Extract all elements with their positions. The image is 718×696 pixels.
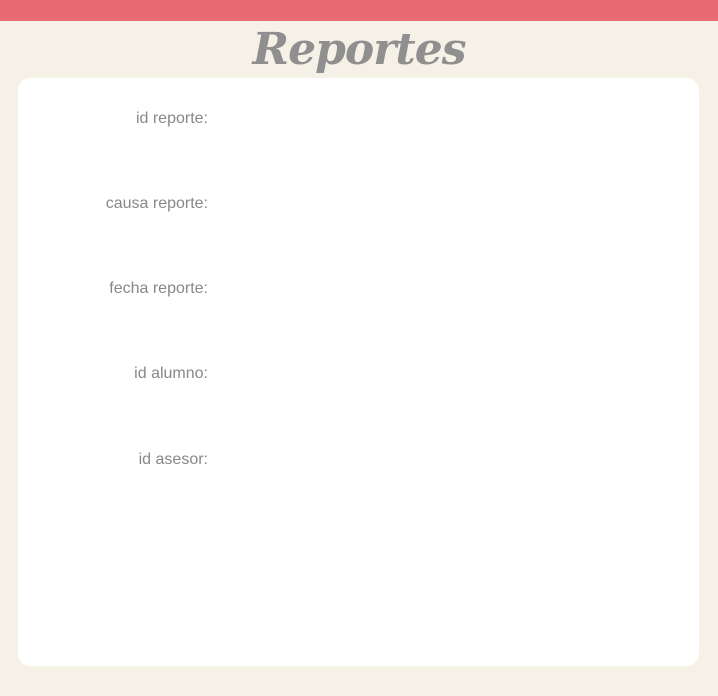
field-row-id-asesor: id asesor: bbox=[18, 448, 699, 472]
field-label-id-alumno: id alumno: bbox=[134, 365, 208, 382]
field-row-id-reporte: id reporte: bbox=[18, 107, 699, 131]
field-row-fecha-reporte: fecha reporte: bbox=[18, 277, 699, 301]
field-row-id-alumno: id alumno: bbox=[18, 362, 699, 386]
field-label-id-asesor: id asesor: bbox=[138, 451, 208, 468]
field-value-id-alumno bbox=[218, 362, 658, 386]
field-label-id-reporte: id reporte: bbox=[135, 110, 208, 127]
field-value-id-reporte bbox=[218, 107, 658, 131]
page-title: Reportes bbox=[252, 24, 467, 75]
field-row-causa-reporte: causa reporte: bbox=[18, 192, 699, 216]
field-value-id-asesor bbox=[218, 448, 658, 472]
field-label-causa-reporte: causa reporte: bbox=[105, 195, 208, 212]
field-label-fecha-reporte: fecha reporte: bbox=[109, 280, 208, 297]
field-value-fecha-reporte bbox=[218, 277, 658, 301]
field-value-causa-reporte bbox=[218, 192, 658, 216]
top-accent-bar bbox=[0, 0, 718, 21]
report-detail-card: id reporte: causa reporte: fecha reporte… bbox=[18, 78, 699, 666]
